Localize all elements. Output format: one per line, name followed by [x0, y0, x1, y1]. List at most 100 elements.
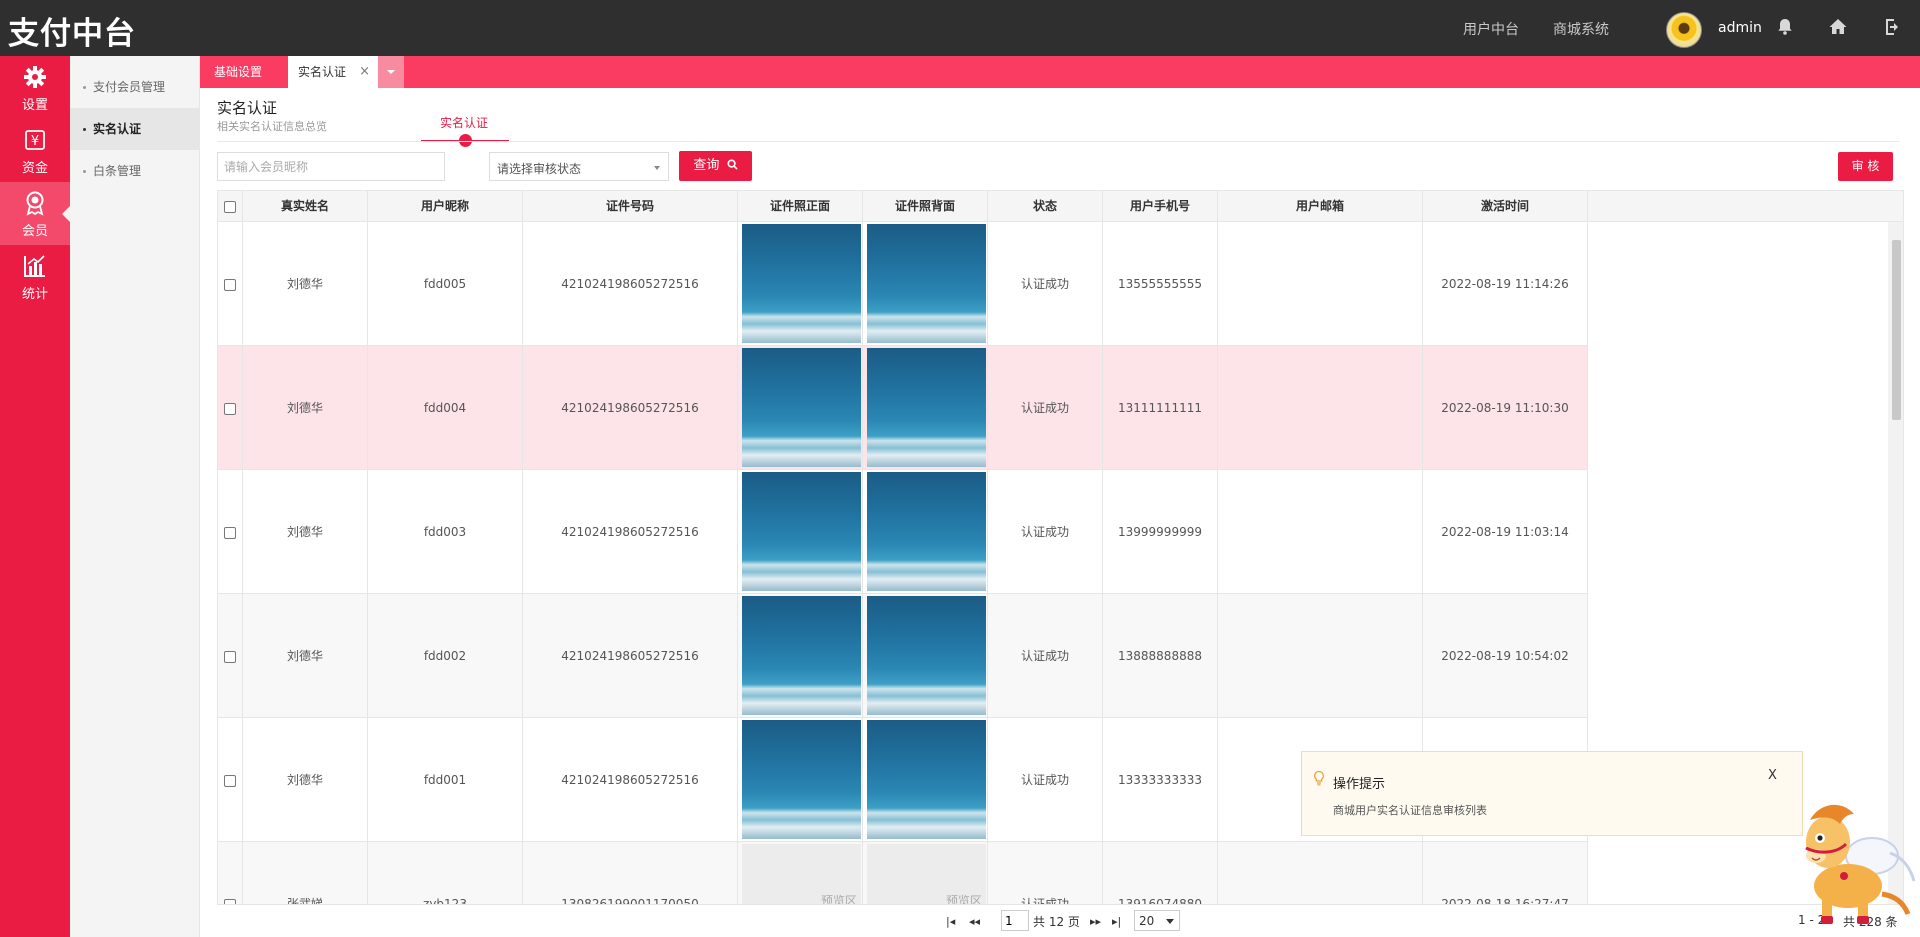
row-checkbox[interactable]: [224, 650, 236, 663]
prev-page-icon[interactable]: ◂◂: [969, 915, 980, 928]
column-header[interactable]: 证件照正面: [738, 191, 863, 222]
cell-email: [1218, 842, 1423, 904]
table-row[interactable]: 张武娣 zyb123 130826199001170050 预览区 预览区 认证…: [218, 842, 1588, 905]
column-header[interactable]: 证件号码: [523, 191, 738, 222]
cell-phone: 13111111111: [1103, 346, 1218, 470]
row-checkbox[interactable]: [224, 526, 236, 539]
page-number-input[interactable]: [1001, 910, 1029, 931]
tab-dropdown-button[interactable]: [378, 56, 404, 88]
step-label: 实名认证: [440, 116, 489, 130]
id-front-image[interactable]: [742, 348, 861, 467]
id-front-image[interactable]: [742, 472, 861, 591]
preview-label: 预览区: [945, 894, 982, 905]
cell-activated-time: 2022-08-19 10:54:02: [1423, 594, 1588, 718]
table-row[interactable]: 刘德华 fdd005 421024198605272516 认证成功 13555…: [218, 222, 1588, 346]
first-page-icon[interactable]: |◂: [946, 915, 955, 928]
cell-id-number: 421024198605272516: [523, 718, 738, 842]
id-back-image[interactable]: [867, 720, 986, 839]
column-header[interactable]: 激活时间: [1423, 191, 1588, 222]
row-select-cell: [218, 222, 243, 346]
submenu-item-member-management[interactable]: 支付会员管理: [70, 66, 200, 108]
close-icon[interactable]: ×: [359, 56, 370, 88]
active-indicator: [62, 206, 70, 222]
pony-mascot-icon[interactable]: [1798, 798, 1920, 928]
id-front-image[interactable]: [742, 720, 861, 839]
cell-id-front: [738, 346, 863, 470]
cell-nickname: fdd003: [368, 470, 523, 594]
submenu-item-real-name[interactable]: 实名认证: [70, 108, 200, 150]
id-back-image[interactable]: [867, 472, 986, 591]
table-row[interactable]: 刘德华 fdd003 421024198605272516 认证成功 13999…: [218, 470, 1588, 594]
app-logo[interactable]: 支付中台: [8, 8, 136, 53]
nav-link-mall-system[interactable]: 商城系统: [1553, 19, 1609, 39]
svg-text:¥: ¥: [31, 134, 39, 149]
status-select[interactable]: 请选择审核状态: [489, 152, 669, 181]
id-front-image[interactable]: [742, 224, 861, 343]
row-checkbox[interactable]: [224, 402, 236, 415]
submenu-item-credit[interactable]: 白条管理: [70, 150, 200, 192]
cell-id-front: [738, 718, 863, 842]
column-header[interactable]: 用户手机号: [1103, 191, 1218, 222]
table-row[interactable]: 刘德华 fdd002 421024198605272516 认证成功 13888…: [218, 594, 1588, 718]
scrollbar-thumb[interactable]: [1892, 240, 1901, 420]
tab-basic-settings[interactable]: 基础设置: [200, 56, 288, 88]
column-header[interactable]: 用户昵称: [368, 191, 523, 222]
row-select-cell: [218, 718, 243, 842]
username[interactable]: admin: [1718, 20, 1762, 36]
row-checkbox[interactable]: [224, 774, 236, 787]
cell-nickname: fdd002: [368, 594, 523, 718]
last-page-icon[interactable]: ▸|: [1112, 915, 1121, 928]
rail-item-members[interactable]: 会员: [0, 182, 70, 245]
avatar[interactable]: [1666, 12, 1702, 48]
tab-real-name[interactable]: 实名认证 ×: [288, 56, 378, 88]
cell-id-back: 预览区: [863, 842, 988, 905]
home-icon[interactable]: [1827, 16, 1849, 38]
column-header[interactable]: 真实姓名: [243, 191, 368, 222]
nav-link-user-center[interactable]: 用户中台: [1463, 19, 1519, 39]
column-header[interactable]: 用户邮箱: [1218, 191, 1423, 222]
cell-email: [1218, 470, 1423, 594]
toast-body: 商城用户实名认证信息审核列表: [1333, 804, 1487, 817]
cell-id-back: [863, 470, 988, 594]
cell-id-front: [738, 594, 863, 718]
search-button[interactable]: 查询: [679, 151, 752, 181]
id-back-image[interactable]: [867, 224, 986, 343]
rail-item-settings[interactable]: 设置: [0, 56, 70, 119]
tab-bar: 基础设置 实名认证 ×: [200, 56, 1920, 88]
cell-id-front: 预览区: [738, 842, 863, 905]
column-header[interactable]: 状态: [988, 191, 1103, 222]
cell-real-name: 刘德华: [243, 346, 368, 470]
nickname-search-input[interactable]: [217, 152, 445, 181]
cell-id-back: [863, 594, 988, 718]
page-size-select[interactable]: 20: [1134, 910, 1180, 931]
row-checkbox[interactable]: [224, 278, 236, 291]
logout-icon[interactable]: [1882, 16, 1904, 38]
cell-id-number: 421024198605272516: [523, 222, 738, 346]
main-nav-rail: 设置 ¥ 资金 会员 统计: [0, 56, 70, 937]
preview-label: 预览区: [820, 894, 857, 905]
id-back-image[interactable]: [867, 596, 986, 715]
yuan-icon: ¥: [25, 130, 45, 150]
rail-item-stats[interactable]: 统计: [0, 245, 70, 308]
badge-icon: [26, 191, 44, 216]
row-select-cell: [218, 594, 243, 718]
search-icon: [727, 159, 738, 170]
tab-label: 基础设置: [214, 65, 263, 79]
id-front-placeholder[interactable]: 预览区: [742, 844, 861, 905]
search-button-label: 查询: [693, 158, 720, 173]
review-button[interactable]: 审 核: [1838, 152, 1893, 181]
row-select-cell: [218, 842, 243, 904]
select-all-checkbox[interactable]: [224, 200, 236, 213]
rail-item-funds[interactable]: ¥ 资金: [0, 119, 70, 182]
id-back-placeholder[interactable]: 预览区: [867, 844, 986, 905]
next-page-icon[interactable]: ▸▸: [1090, 915, 1101, 928]
cell-id-number: 421024198605272516: [523, 594, 738, 718]
id-front-image[interactable]: [742, 596, 861, 715]
toast-close-button[interactable]: X: [1768, 768, 1777, 783]
cell-id-number: 421024198605272516: [523, 470, 738, 594]
bell-icon[interactable]: [1774, 16, 1796, 38]
id-back-image[interactable]: [867, 348, 986, 467]
column-header[interactable]: 证件照背面: [863, 191, 988, 222]
page-title: 实名认证: [217, 99, 278, 117]
table-row[interactable]: 刘德华 fdd004 421024198605272516 认证成功 13111…: [218, 346, 1588, 470]
